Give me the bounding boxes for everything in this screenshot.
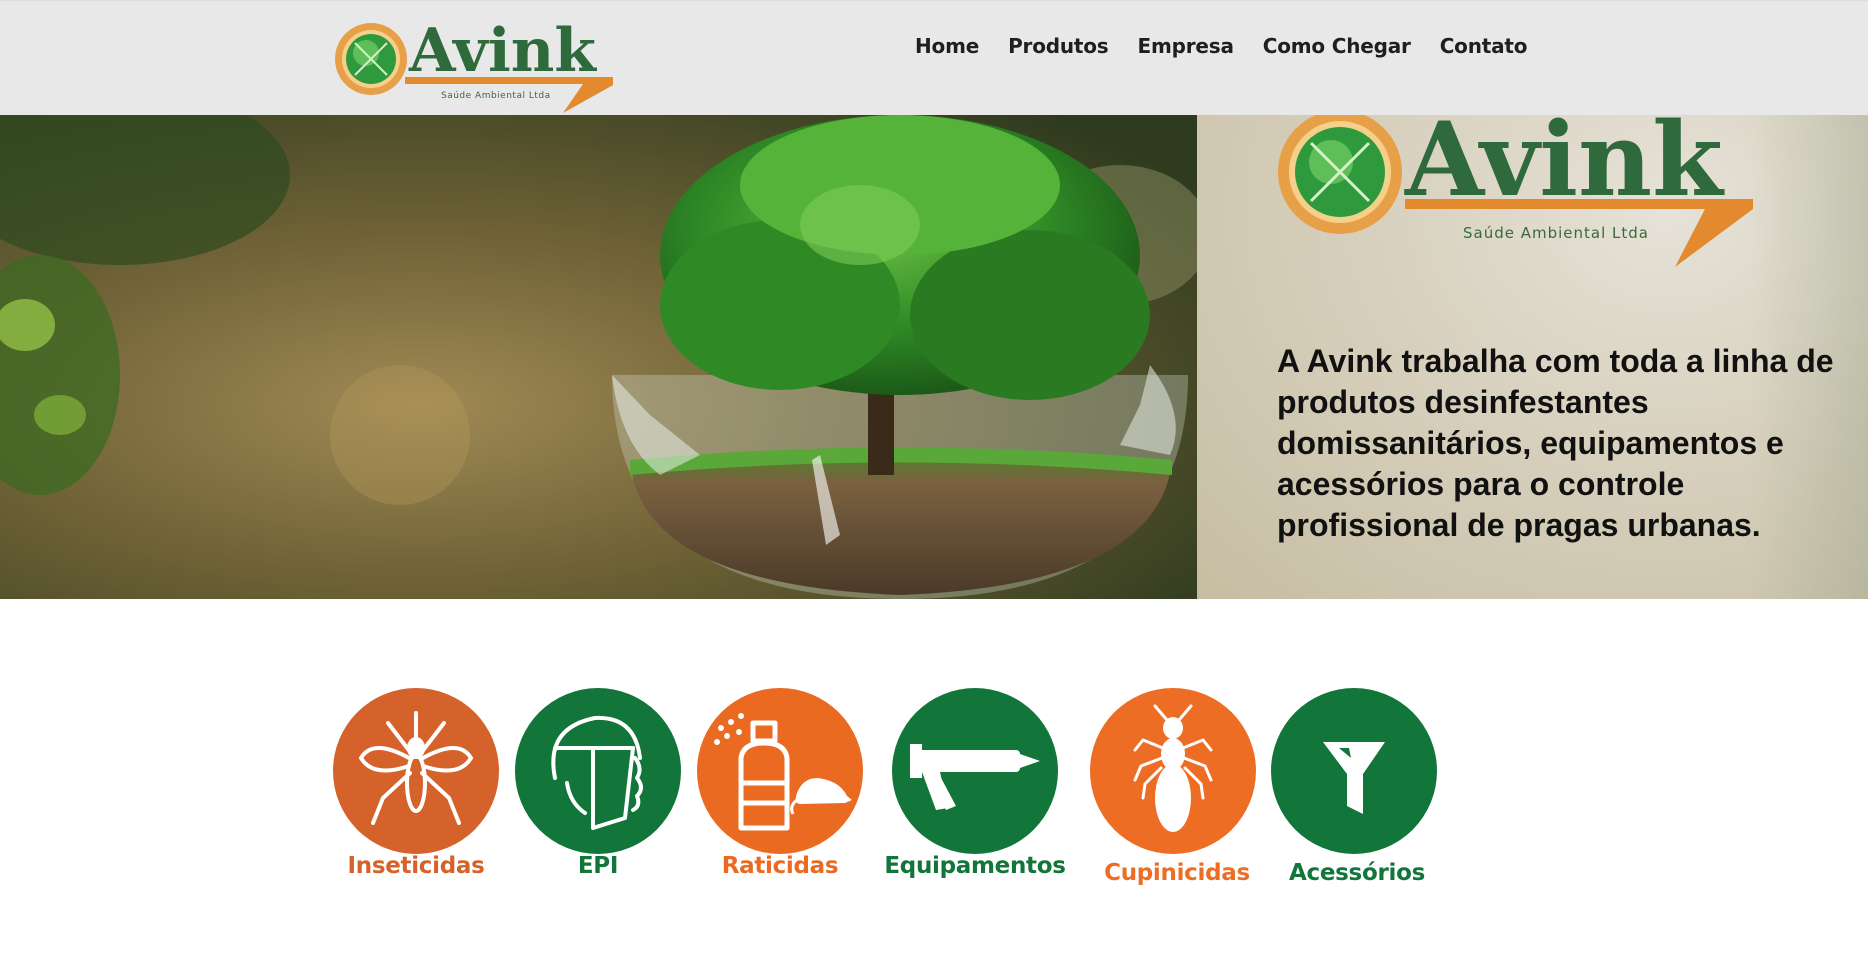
category-equipamentos[interactable]: Equipamentos: [880, 688, 1070, 888]
svg-text:Avink: Avink: [408, 17, 597, 86]
nav-produtos[interactable]: Produtos: [1008, 34, 1109, 58]
svg-text:Saúde Ambiental Ltda: Saúde Ambiental Ltda: [1463, 224, 1649, 242]
funnel-icon: [1323, 742, 1385, 814]
svg-text:Saúde Ambiental Ltda: Saúde Ambiental Ltda: [441, 91, 551, 101]
hero-banner: Avink Saúde Ambiental Ltda A Avink traba…: [0, 115, 1868, 599]
category-cupinicidas[interactable]: Cupinicidas: [1087, 688, 1267, 894]
nav-home[interactable]: Home: [915, 34, 979, 58]
category-label: Equipamentos: [884, 853, 1066, 879]
category-epi[interactable]: EPI: [515, 688, 681, 888]
nav-como-chegar[interactable]: Como Chegar: [1263, 34, 1411, 58]
avink-logo[interactable]: Avink Saúde Ambiental Ltda: [333, 17, 613, 117]
category-inseticidas[interactable]: Inseticidas: [333, 688, 499, 888]
category-raticidas[interactable]: Raticidas: [697, 688, 863, 888]
category-label: Raticidas: [721, 853, 839, 879]
termite-icon: [1133, 704, 1213, 832]
category-label: Inseticidas: [347, 853, 485, 879]
category-acessorios[interactable]: Acessórios: [1271, 688, 1443, 894]
site-header: Avink Saúde Ambiental Ltda Home Produtos…: [0, 0, 1868, 115]
avink-logo-large: Avink Saúde Ambiental Ltda: [1278, 115, 1753, 267]
mosquito-icon: [358, 711, 474, 825]
caulk-gun-icon: [910, 744, 1040, 810]
category-label: EPI: [577, 853, 619, 879]
spray-rat-icon: [714, 713, 852, 831]
main-nav: Home Produtos Empresa Como Chegar Contat…: [915, 34, 1528, 58]
category-label: Cupinicidas: [1104, 860, 1250, 886]
tree-in-glass-bowl-image: [0, 115, 1197, 599]
nav-contato[interactable]: Contato: [1440, 34, 1528, 58]
hero-description: A Avink trabalha com toda a linha de pro…: [1277, 343, 1834, 543]
face-shield-icon: [551, 715, 643, 830]
svg-text:Avink: Avink: [1404, 115, 1725, 220]
category-label: Acessórios: [1289, 860, 1425, 886]
nav-empresa[interactable]: Empresa: [1138, 34, 1234, 58]
